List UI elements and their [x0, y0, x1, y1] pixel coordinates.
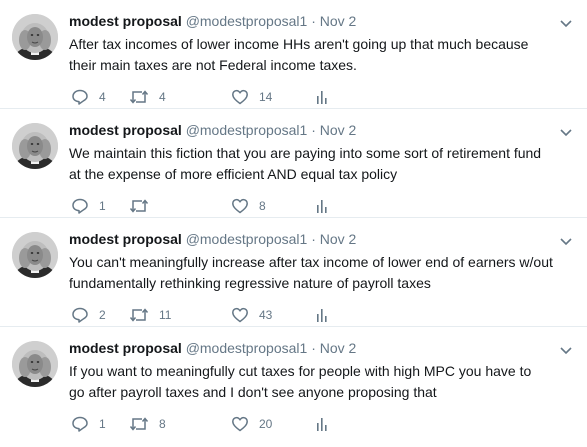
- tweet-date[interactable]: Nov 2: [320, 231, 357, 247]
- author-name[interactable]: modest proposal: [69, 122, 182, 138]
- tweet-text-line: After tax incomes of lower income HHs ar…: [69, 36, 529, 52]
- like-count: 43: [259, 308, 273, 322]
- chevron-down-icon[interactable]: [559, 234, 573, 246]
- author-handle[interactable]: @modestproposal1: [186, 122, 308, 138]
- avatar[interactable]: [12, 341, 58, 387]
- tweet-date[interactable]: Nov 2: [320, 122, 357, 138]
- analytics-icon: [315, 88, 329, 106]
- tweet-text: You can't meaningfully increase after ta…: [69, 252, 569, 294]
- reply-count: 4: [99, 90, 106, 104]
- avatar[interactable]: [12, 123, 58, 169]
- retweet-icon: [129, 197, 149, 215]
- chevron-down-icon[interactable]: [559, 16, 573, 28]
- retweet-icon: [129, 306, 149, 324]
- separator: ·: [311, 13, 316, 29]
- author-name[interactable]: modest proposal: [69, 13, 182, 29]
- reply-count: 1: [99, 417, 106, 431]
- tweet[interactable]: modest proposal @modestproposal1 · Nov 2…: [0, 109, 587, 218]
- author-handle[interactable]: @modestproposal1: [186, 340, 308, 356]
- tweet-text-line: We maintain this fiction that you are pa…: [69, 145, 542, 161]
- retweet-icon: [129, 88, 149, 106]
- tweet-text-line: fundamentally rethinking regressive natu…: [69, 275, 431, 291]
- tweet-header: modest proposal @modestproposal1 · Nov 2: [69, 121, 356, 139]
- tweet-actions: 1 8: [71, 197, 371, 215]
- retweet-button[interactable]: [129, 197, 159, 215]
- analytics-icon: [315, 415, 329, 433]
- analytics-button[interactable]: [315, 306, 329, 324]
- retweet-button[interactable]: 4: [129, 88, 166, 106]
- tweet-actions: 1 8 20: [71, 415, 371, 433]
- retweet-count: 11: [159, 308, 172, 322]
- tweet-date[interactable]: Nov 2: [320, 13, 357, 29]
- avatar[interactable]: [12, 232, 58, 278]
- tweet-text-line: at the expense of more efficient AND equ…: [69, 166, 398, 182]
- like-count: 8: [259, 199, 266, 213]
- reply-button[interactable]: 4: [71, 88, 106, 106]
- tweet-text-line: If you want to meaningfully cut taxes fo…: [69, 363, 532, 379]
- tweet-text-line: You can't meaningfully increase after ta…: [69, 254, 553, 270]
- heart-icon: [231, 415, 249, 433]
- like-button[interactable]: 8: [231, 197, 266, 215]
- timeline: modest proposal @modestproposal1 · Nov 2…: [0, 0, 587, 436]
- reply-button[interactable]: 1: [71, 197, 106, 215]
- like-count: 20: [259, 417, 273, 431]
- separator: ·: [311, 340, 316, 356]
- analytics-icon: [315, 197, 329, 215]
- like-button[interactable]: 43: [231, 306, 272, 324]
- tweet-text: After tax incomes of lower income HHs ar…: [69, 34, 569, 76]
- tweet-date[interactable]: Nov 2: [320, 340, 357, 356]
- tweet-text: We maintain this fiction that you are pa…: [69, 143, 569, 185]
- analytics-icon: [315, 306, 329, 324]
- analytics-button[interactable]: [315, 197, 329, 215]
- reply-icon: [71, 197, 89, 215]
- heart-icon: [231, 197, 249, 215]
- author-handle[interactable]: @modestproposal1: [186, 231, 308, 247]
- tweet-actions: 2 11 43: [71, 306, 371, 324]
- tweet-header: modest proposal @modestproposal1 · Nov 2: [69, 339, 356, 357]
- heart-icon: [231, 88, 249, 106]
- like-count: 14: [259, 90, 273, 104]
- analytics-button[interactable]: [315, 88, 329, 106]
- retweet-count: 4: [159, 90, 166, 104]
- author-name[interactable]: modest proposal: [69, 340, 182, 356]
- author-handle[interactable]: @modestproposal1: [186, 13, 308, 29]
- chevron-down-icon[interactable]: [559, 343, 573, 355]
- author-name[interactable]: modest proposal: [69, 231, 182, 247]
- reply-icon: [71, 306, 89, 324]
- reply-button[interactable]: 2: [71, 306, 106, 324]
- retweet-count: 8: [159, 417, 166, 431]
- tweet-text-line: their main taxes are not Federal income …: [69, 57, 357, 73]
- tweet-actions: 4 4 14: [71, 88, 371, 106]
- reply-icon: [71, 88, 89, 106]
- tweet-header: modest proposal @modestproposal1 · Nov 2: [69, 12, 356, 30]
- tweet-text-line: go after payroll taxes and I don't see a…: [69, 384, 437, 400]
- reply-button[interactable]: 1: [71, 415, 106, 433]
- reply-count: 1: [99, 199, 106, 213]
- tweet[interactable]: modest proposal @modestproposal1 · Nov 2…: [0, 218, 587, 327]
- chevron-down-icon[interactable]: [559, 125, 573, 137]
- like-button[interactable]: 20: [231, 415, 272, 433]
- tweet[interactable]: modest proposal @modestproposal1 · Nov 2…: [0, 327, 587, 436]
- tweet[interactable]: modest proposal @modestproposal1 · Nov 2…: [0, 0, 587, 109]
- separator: ·: [311, 122, 316, 138]
- avatar[interactable]: [12, 14, 58, 60]
- reply-count: 2: [99, 308, 106, 322]
- retweet-button[interactable]: 8: [129, 415, 166, 433]
- tweet-header: modest proposal @modestproposal1 · Nov 2: [69, 230, 356, 248]
- like-button[interactable]: 14: [231, 88, 272, 106]
- reply-icon: [71, 415, 89, 433]
- retweet-icon: [129, 415, 149, 433]
- heart-icon: [231, 306, 249, 324]
- tweet-text: If you want to meaningfully cut taxes fo…: [69, 361, 569, 403]
- analytics-button[interactable]: [315, 415, 329, 433]
- retweet-button[interactable]: 11: [129, 306, 171, 324]
- separator: ·: [311, 231, 316, 247]
